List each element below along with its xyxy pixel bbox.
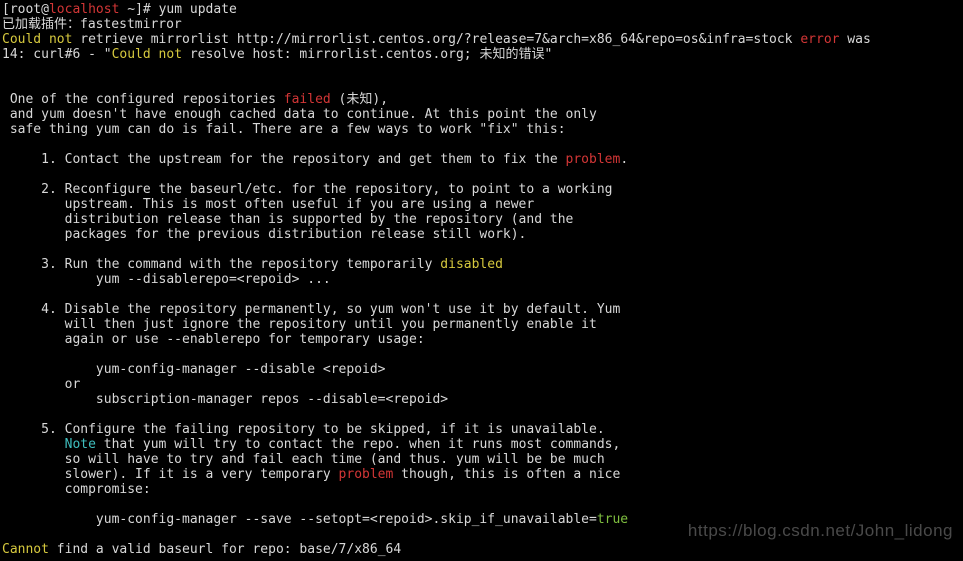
msg-line: 2. Reconfigure the baseurl/etc. for the … (2, 182, 612, 197)
msg-line: yum-config-manager --save --setopt=<repo… (2, 512, 628, 527)
error-line-1: Could not retrieve mirrorlist http://mir… (2, 32, 871, 47)
msg-line: yum-config-manager --disable <repoid> (2, 362, 386, 377)
msg-line: packages for the previous distribution r… (2, 227, 526, 242)
msg-line: slower). If it is a very temporary probl… (2, 467, 620, 482)
msg-line: again or use --enablerepo for temporary … (2, 332, 425, 347)
error-line-3: Cannot find a valid baseurl for repo: ba… (2, 542, 401, 557)
msg-line: upstream. This is most often useful if y… (2, 197, 534, 212)
msg-line: yum --disablerepo=<repoid> ... (2, 272, 331, 287)
error-line-2: 14: curl#6 - "Could not resolve host: mi… (2, 47, 552, 62)
msg-line: safe thing yum can do is fail. There are… (2, 122, 566, 137)
msg-line: 5. Configure the failing repository to b… (2, 422, 605, 437)
msg-line: or (2, 377, 80, 392)
msg-line: distribution release than is supported b… (2, 212, 573, 227)
plugin-line: 已加载插件：fastestmirror (2, 17, 182, 32)
msg-line: compromise: (2, 482, 151, 497)
msg-line: and yum doesn't have enough cached data … (2, 107, 597, 122)
msg-line: 1. Contact the upstream for the reposito… (2, 152, 628, 167)
msg-line: 3. Run the command with the repository t… (2, 257, 503, 272)
msg-line: will then just ignore the repository unt… (2, 317, 597, 332)
msg-line: One of the configured repositories faile… (2, 92, 388, 107)
msg-line: 4. Disable the repository permanently, s… (2, 302, 620, 317)
msg-line: subscription-manager repos --disable=<re… (2, 392, 448, 407)
msg-line: Note that yum will try to contact the re… (2, 437, 620, 452)
msg-line: so will have to try and fail each time (… (2, 452, 605, 467)
prompt-line: [root@localhost ~]# yum update (2, 2, 237, 17)
terminal-output[interactable]: [root@localhost ~]# yum update 已加载插件：fas… (0, 0, 963, 557)
